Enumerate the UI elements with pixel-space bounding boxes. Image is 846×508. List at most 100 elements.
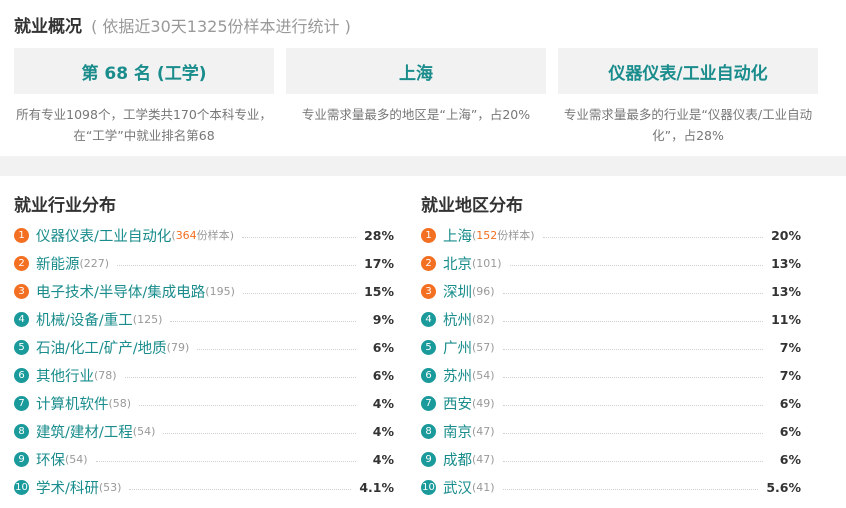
industry-name-link[interactable]: 建筑/建材/工程	[36, 421, 133, 442]
rank-badge: 10	[421, 479, 436, 495]
sample-count: (82)	[472, 312, 495, 326]
region-row[interactable]: 2 北京 (101) 13%	[421, 249, 801, 277]
sample-count: (53)	[98, 480, 122, 494]
percentage: 6%	[372, 367, 394, 383]
region-name-link[interactable]: 西安	[443, 393, 472, 414]
percentage: 7%	[779, 339, 801, 355]
percentage: 15%	[364, 283, 394, 299]
sample-count: (57)	[472, 340, 495, 354]
rank-card-desc: 所有专业1098个，工学类共170个本科专业，在“工学”中就业排名第68	[16, 107, 272, 143]
industry-row[interactable]: 4 机械/设备/重工 (125) 9%	[14, 305, 394, 333]
overview-subtitle: ( 依据近30天1325份样本进行统计 )	[91, 17, 351, 36]
percentage: 13%	[771, 283, 801, 299]
industry-name-link[interactable]: 学术/科研	[36, 477, 99, 498]
rank-badge: 5	[421, 339, 436, 355]
rank-badge: 3	[14, 283, 29, 299]
region-name-link[interactable]: 上海	[443, 225, 472, 246]
industry-list: 1 仪器仪表/工业自动化 (364份样本) 28% 2 新能源 (227) 17% 3 电子技术/…	[14, 221, 394, 501]
industry-name-link[interactable]: 新能源	[36, 253, 80, 274]
region-row[interactable]: 4 杭州 (82) 11%	[421, 305, 801, 333]
rank-badge: 1	[14, 227, 29, 243]
region-name-link[interactable]: 杭州	[443, 309, 472, 330]
rank-badge: 8	[14, 423, 29, 439]
industry-row[interactable]: 3 电子技术/半导体/集成电路 (195) 15%	[14, 277, 394, 305]
region-name-link[interactable]: 成都	[443, 449, 472, 470]
sample-count: (78)	[94, 368, 117, 382]
dotted-leader	[197, 348, 356, 350]
top-industry-card: 仪器仪表/工业自动化	[558, 48, 818, 94]
rank-badge: 9	[14, 451, 29, 467]
industry-row[interactable]: 5 石油/化工/矿产/地质 (79) 6%	[14, 333, 394, 361]
top-region-card: 上海	[286, 48, 546, 94]
region-row[interactable]: 8 南京 (47) 6%	[421, 417, 801, 445]
dotted-leader	[95, 460, 356, 462]
industry-row[interactable]: 2 新能源 (227) 17%	[14, 249, 394, 277]
sample-count: (41)	[472, 480, 495, 494]
region-name-link[interactable]: 南京	[443, 421, 472, 442]
sample-count: (79)	[166, 340, 190, 354]
region-name-link[interactable]: 武汉	[443, 477, 472, 498]
industry-name-link[interactable]: 机械/设备/重工	[36, 309, 133, 330]
region-name-link[interactable]: 苏州	[443, 365, 472, 386]
rank-badge: 2	[14, 255, 29, 271]
percentage: 20%	[771, 227, 801, 243]
rank-badge: 6	[421, 367, 436, 383]
region-name-link[interactable]: 深圳	[443, 281, 472, 302]
region-row[interactable]: 3 深圳 (96) 13%	[421, 277, 801, 305]
percentage: 6%	[779, 451, 801, 467]
section-divider	[0, 156, 846, 176]
industry-name-link[interactable]: 电子技术/半导体/集成电路	[36, 281, 205, 302]
industry-name-link[interactable]: 环保	[36, 449, 65, 470]
industry-row[interactable]: 1 仪器仪表/工业自动化 (364份样本) 28%	[14, 221, 394, 249]
rank-badge: 7	[14, 395, 29, 411]
dotted-leader	[117, 264, 356, 266]
region-row[interactable]: 10 武汉 (41) 5.6%	[421, 473, 801, 501]
sample-count: (195)	[205, 284, 235, 298]
industry-name-link[interactable]: 石油/化工/矿产/地质	[36, 337, 167, 358]
percentage: 28%	[364, 227, 394, 243]
rank-badge: 6	[14, 367, 29, 383]
overview-title: 就业概况	[14, 17, 82, 37]
dotted-leader	[502, 292, 763, 294]
sample-count-suffix: 份样本	[196, 229, 230, 242]
rank-badge: 7	[421, 395, 436, 411]
region-row[interactable]: 1 上海 (152份样本) 20%	[421, 221, 801, 249]
percentage: 11%	[771, 311, 801, 327]
dotted-leader	[139, 404, 356, 406]
percentage: 6%	[779, 395, 801, 411]
industry-row[interactable]: 8 建筑/建材/工程 (54) 4%	[14, 417, 394, 445]
industry-name-link[interactable]: 计算机软件	[36, 393, 109, 414]
percentage: 7%	[779, 367, 801, 383]
sample-count: (47)	[472, 424, 495, 438]
percentage: 9%	[372, 311, 394, 327]
region-row[interactable]: 9 成都 (47) 6%	[421, 445, 801, 473]
sample-count: (49)	[472, 396, 495, 410]
region-name-link[interactable]: 广州	[443, 337, 472, 358]
industry-name-link[interactable]: 仪器仪表/工业自动化	[36, 225, 171, 246]
region-row[interactable]: 7 西安 (49) 6%	[421, 389, 801, 417]
rank-badge: 3	[421, 283, 436, 299]
dotted-leader	[170, 320, 356, 322]
sample-count-number: 152	[476, 229, 498, 242]
industry-row[interactable]: 6 其他行业 (78) 6%	[14, 361, 394, 389]
rank-badge: 2	[421, 255, 436, 271]
sample-count: (47)	[472, 452, 495, 466]
percentage: 4%	[372, 423, 394, 439]
region-name-link[interactable]: 北京	[443, 253, 472, 274]
dotted-leader	[241, 236, 356, 238]
rank-badge: 9	[421, 451, 436, 467]
sample-count: (101)	[472, 256, 502, 270]
dotted-leader	[502, 488, 759, 490]
sample-count: (96)	[472, 284, 495, 298]
rank-badge: 8	[421, 423, 436, 439]
overview-header: 就业概况 ( 依据近30天1325份样本进行统计 )	[14, 12, 351, 37]
rank-badge: 10	[14, 479, 29, 495]
industry-row[interactable]: 10 学术/科研 (53) 4.1%	[14, 473, 394, 501]
rank-badge: 4	[421, 311, 436, 327]
dotted-leader	[129, 488, 352, 490]
region-row[interactable]: 6 苏州 (54) 7%	[421, 361, 801, 389]
industry-name-link[interactable]: 其他行业	[36, 365, 94, 386]
industry-row[interactable]: 7 计算机软件 (58) 4%	[14, 389, 394, 417]
region-row[interactable]: 5 广州 (57) 7%	[421, 333, 801, 361]
industry-row[interactable]: 9 环保 (54) 4%	[14, 445, 394, 473]
